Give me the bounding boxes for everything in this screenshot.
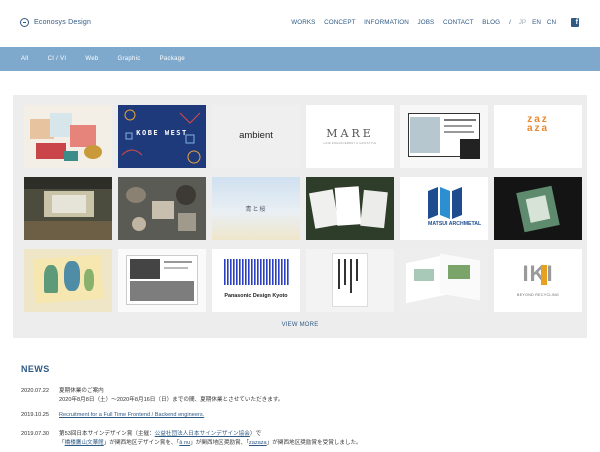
news-item: 2019.07.30 第53回日本サインデザイン賞（主催：公益社団法人日本サインデ… bbox=[21, 429, 261, 437]
facebook-icon[interactable]: f bbox=[571, 18, 579, 27]
filter-web[interactable]: Web bbox=[85, 56, 98, 62]
news-text: 」が関西地区奨励賞を受賞しました。 bbox=[266, 440, 362, 446]
matsui-wordmark: MATSUI ARCHMETAL bbox=[428, 221, 482, 227]
tile-mare[interactable]: MARE HAIR ENHANCEMENT & HAIRSTYLE bbox=[306, 105, 394, 168]
logo-icon bbox=[20, 18, 29, 27]
category-filter-bar: All CI / VI Web Graphic Package bbox=[0, 47, 600, 71]
news-heading: NEWS bbox=[21, 364, 50, 374]
site-header: Econosys Design WORKS CONCEPT INFORMATIO… bbox=[0, 0, 600, 46]
filter-ci-vi[interactable]: CI / VI bbox=[48, 56, 67, 62]
news-recruitment-link[interactable]: Recruitment for a Full Time Frontend / B… bbox=[59, 412, 204, 418]
lang-cn[interactable]: CN bbox=[547, 19, 556, 26]
news-section: NEWS 2020.07.22 夏期休業のご案内 2020年8月8日（土）〜202… bbox=[21, 364, 362, 446]
nav-works[interactable]: WORKS bbox=[291, 19, 315, 26]
iki-subtext: BEYOND RECYCLING bbox=[517, 293, 559, 297]
tile-interior-room[interactable] bbox=[24, 177, 112, 240]
matsui-logo-mark bbox=[428, 187, 462, 219]
mare-subtext: HAIR ENHANCEMENT & HAIRSTYLE bbox=[323, 142, 377, 145]
lang-jp[interactable]: JP bbox=[519, 19, 526, 26]
lang-en[interactable]: EN bbox=[532, 19, 541, 26]
kobe-west-text: KOBE WEST bbox=[136, 129, 188, 137]
news-item: 2019.10.25 Recruitment for a Full Time Fr… bbox=[21, 412, 204, 418]
panasonic-stripes bbox=[224, 259, 289, 285]
news-project-link[interactable]: 橋楼鷹山文華館 bbox=[65, 440, 104, 446]
tile-website-map[interactable] bbox=[400, 105, 488, 168]
filter-all[interactable]: All bbox=[21, 56, 29, 62]
news-date: 2019.10.25 bbox=[21, 412, 49, 418]
tile-sky-gradient[interactable]: 青と桜 bbox=[212, 177, 300, 240]
news-date: 2020.07.22 bbox=[21, 388, 49, 394]
tile-ambient[interactable]: ambient bbox=[212, 105, 300, 168]
tile-brochures[interactable] bbox=[306, 177, 394, 240]
nav-blog[interactable]: BLOG bbox=[482, 19, 500, 26]
news-text: ）で bbox=[249, 431, 262, 437]
news-text: 」が関西地区デザイン賞を、「 bbox=[103, 440, 180, 446]
mare-wordmark: MARE bbox=[326, 127, 374, 140]
news-association-link[interactable]: 公益社団法人日本サインデザイン協会 bbox=[155, 431, 250, 437]
logo-text: Econosys Design bbox=[34, 19, 92, 26]
filter-graphic[interactable]: Graphic bbox=[118, 56, 141, 62]
news-detail: 2020年8月8日（土）〜2020年8月16日（日）までの間、夏期休業とさせてい… bbox=[59, 397, 284, 403]
sky-gradient-title: 青と桜 bbox=[245, 207, 267, 213]
tile-gift-boxes[interactable] bbox=[24, 105, 112, 168]
news-text: 第53回日本サインデザイン賞（主催： bbox=[59, 431, 155, 437]
zazaza-logo: zazaza bbox=[526, 114, 550, 134]
tile-ceramics[interactable] bbox=[118, 177, 206, 240]
news-text: 夏期休業のご案内 bbox=[59, 388, 104, 394]
nav-jobs[interactable]: JOBS bbox=[417, 19, 434, 26]
nav-separator: / bbox=[509, 19, 511, 26]
iki-wordmark: IKI bbox=[522, 261, 554, 286]
news-item: 2020.07.22 夏期休業のご案内 bbox=[21, 386, 104, 394]
tile-botanical-poster[interactable] bbox=[24, 249, 112, 312]
news-text: 」が関西地区奨励賞、「 bbox=[190, 440, 249, 446]
tile-zazaza[interactable]: zazaza bbox=[494, 105, 582, 168]
nav-information[interactable]: INFORMATION bbox=[364, 19, 409, 26]
news-date: 2019.07.30 bbox=[21, 431, 49, 437]
works-gallery: KOBE WEST ambient MARE HAIR ENHANCEMENT … bbox=[13, 95, 587, 338]
news-project-link[interactable]: zazaza bbox=[249, 440, 267, 446]
tile-folded-leaflets[interactable] bbox=[400, 249, 488, 312]
view-more-link[interactable]: VIEW MORE bbox=[13, 322, 587, 328]
nav-contact[interactable]: CONTACT bbox=[443, 19, 474, 26]
ambient-wordmark: ambient bbox=[239, 130, 273, 141]
news-project-link[interactable]: ā nu bbox=[179, 440, 190, 446]
tile-web-photo[interactable] bbox=[118, 249, 206, 312]
news-detail: 「橋楼鷹山文華館」が関西地区デザイン賞を、「ā nu」が関西地区奨励賞、「zaz… bbox=[59, 438, 362, 446]
tile-iki[interactable]: IKI BEYOND RECYCLING bbox=[494, 249, 582, 312]
filter-package[interactable]: Package bbox=[160, 56, 185, 62]
tile-panasonic[interactable]: Panasonic Design Kyoto bbox=[212, 249, 300, 312]
site-logo[interactable]: Econosys Design bbox=[20, 18, 91, 27]
tile-book-cover[interactable] bbox=[306, 249, 394, 312]
tile-dark-card[interactable] bbox=[494, 177, 582, 240]
tile-kobe-west[interactable]: KOBE WEST bbox=[118, 105, 206, 168]
tile-matsui-archmetal[interactable]: MATSUI ARCHMETAL bbox=[400, 177, 488, 240]
panasonic-wordmark: Panasonic Design Kyoto bbox=[224, 293, 288, 299]
main-nav: WORKS CONCEPT INFORMATION JOBS CONTACT B… bbox=[283, 18, 579, 27]
nav-concept[interactable]: CONCEPT bbox=[324, 19, 356, 26]
